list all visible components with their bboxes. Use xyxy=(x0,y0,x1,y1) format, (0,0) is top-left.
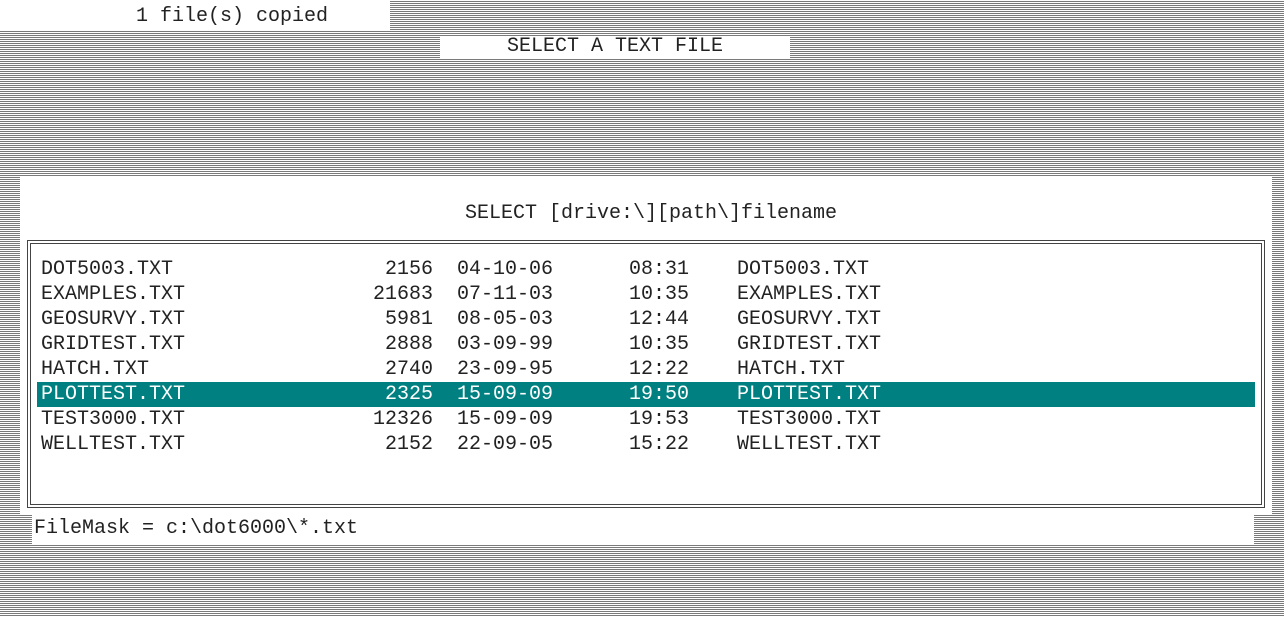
file-name: TEST3000.TXT xyxy=(41,408,186,431)
file-list-frame: DOT5003.TXT 2156 04-10-06 08:31 DOT5003.TXT E… xyxy=(27,240,1265,508)
file-row[interactable]: GEOSURVY.TXT 5981 08-05-03 12:44 GEOSURVY.TX… xyxy=(37,307,1255,332)
file-time: 10:35 xyxy=(629,333,690,356)
select-prompt: SELECT [drive:\][path\]filename xyxy=(464,202,838,225)
file-size: 2888 xyxy=(384,333,433,356)
file-size: 2156 xyxy=(384,258,433,281)
status-message: 1 file(s) copied xyxy=(0,0,390,30)
file-date: 07-11-03 xyxy=(457,283,554,306)
file-size: 21683 xyxy=(372,283,433,306)
file-date: 23-09-95 xyxy=(457,358,554,381)
file-row[interactable]: HATCH.TXT 2740 23-09-95 12:22 HATCH.TXT xyxy=(37,357,1255,382)
file-name: PLOTTEST.TXT xyxy=(41,383,186,406)
file-time: 19:53 xyxy=(629,408,690,431)
file-date: 03-09-99 xyxy=(457,333,554,356)
file-long-name: WELLTEST.TXT xyxy=(737,433,882,456)
file-time: 08:31 xyxy=(629,258,690,281)
file-time: 19:50 xyxy=(629,383,690,406)
file-size: 2325 xyxy=(384,383,433,406)
file-name: GRIDTEST.TXT xyxy=(41,333,186,356)
file-row[interactable]: TEST3000.TXT 12326 15-09-09 19:53 TEST3000.T… xyxy=(37,407,1255,432)
file-row[interactable]: WELLTEST.TXT 2152 22-09-05 15:22 WELLTEST.TX… xyxy=(37,432,1255,457)
file-long-name: HATCH.TXT xyxy=(737,358,846,381)
file-time: 12:22 xyxy=(629,358,690,381)
filemask-input[interactable]: FileMask = c:\dot6000\*.txt xyxy=(32,514,1254,544)
file-name: HATCH.TXT xyxy=(41,358,150,381)
file-long-name: GEOSURVY.TXT xyxy=(737,308,882,331)
file-size: 5981 xyxy=(384,308,433,331)
file-size: 12326 xyxy=(372,408,433,431)
file-row[interactable]: GRIDTEST.TXT 2888 03-09-99 10:35 GRIDTEST.TX… xyxy=(37,332,1255,357)
file-long-name: PLOTTEST.TXT xyxy=(737,383,882,406)
file-time: 10:35 xyxy=(629,283,690,306)
file-time: 12:44 xyxy=(629,308,690,331)
file-name: DOT5003.TXT xyxy=(41,258,174,281)
file-name: EXAMPLES.TXT xyxy=(41,283,186,306)
file-date: 15-09-09 xyxy=(457,383,554,406)
file-long-name: TEST3000.TXT xyxy=(737,408,882,431)
file-date: 04-10-06 xyxy=(457,258,554,281)
dialog-title: SELECT A TEXT FILE xyxy=(440,36,790,58)
file-row[interactable]: EXAMPLES.TXT 21683 07-11-03 10:35 EXAMPLES.T… xyxy=(37,282,1255,307)
file-date: 22-09-05 xyxy=(457,433,554,456)
file-row[interactable]: DOT5003.TXT 2156 04-10-06 08:31 DOT5003.TXT xyxy=(37,257,1255,282)
file-long-name: EXAMPLES.TXT xyxy=(737,283,882,306)
file-time: 15:22 xyxy=(629,433,690,456)
file-name: GEOSURVY.TXT xyxy=(41,308,186,331)
file-date: 15-09-09 xyxy=(457,408,554,431)
file-size: 2152 xyxy=(384,433,433,456)
file-long-name: GRIDTEST.TXT xyxy=(737,333,882,356)
file-date: 08-05-03 xyxy=(457,308,554,331)
file-size: 2740 xyxy=(384,358,433,381)
file-row-selected[interactable]: PLOTTEST.TXT 2325 15-09-09 19:50 PLOTTEST.TX… xyxy=(37,382,1255,407)
file-select-dialog: SELECT [drive:\][path\]filename DOT5003.… xyxy=(20,176,1272,514)
file-long-name: DOT5003.TXT xyxy=(737,258,870,281)
file-name: WELLTEST.TXT xyxy=(41,433,186,456)
file-list[interactable]: DOT5003.TXT 2156 04-10-06 08:31 DOT5003.TXT E… xyxy=(37,257,1255,457)
